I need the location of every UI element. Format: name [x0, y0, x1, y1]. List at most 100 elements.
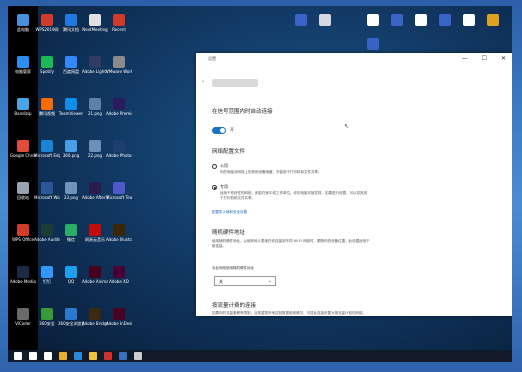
- window-controls[interactable]: — ☐ ✕: [462, 55, 512, 62]
- desktop-icon[interactable]: NextMeeting: [82, 14, 108, 44]
- desktop-icon[interactable]: Adobe XD: [106, 266, 132, 296]
- photo-frame: 此电脑 WPS2019网 腾讯文档 NextMeeting Recent 电脑管家 Spot…: [0, 0, 522, 372]
- desktop-icon-label: 电脑管家: [15, 69, 31, 74]
- desktop-icon[interactable]: 360.png: [58, 140, 84, 170]
- app-icon: [89, 182, 101, 194]
- desktop-icon[interactable]: 微信: [58, 224, 84, 254]
- desktop-icon[interactable]: Adobe Animate: [82, 266, 108, 296]
- recorder-icon[interactable]: [104, 352, 112, 360]
- settings-icon[interactable]: [134, 352, 142, 360]
- app-icon: [391, 14, 403, 26]
- title-bar[interactable]: 设置 — ☐ ✕: [196, 53, 512, 67]
- auto-connect-toggle[interactable]: [212, 127, 226, 134]
- desktop-icon-label: Adobe Media Encoder: [10, 279, 36, 284]
- desktop-icon[interactable]: Adobe After Effects: [82, 182, 108, 212]
- app-icon: [41, 56, 53, 68]
- desktop-icon[interactable]: WPS2019网: [34, 14, 60, 44]
- desktop-icon-label: 网易云音乐: [85, 237, 105, 242]
- app-icon: [65, 14, 77, 26]
- desktop-icon[interactable]: Google Chrome: [10, 140, 36, 170]
- desktop-icon[interactable]: [480, 14, 506, 44]
- desktop-icon[interactable]: Adobe Illustrator: [106, 224, 132, 254]
- desktop-icon[interactable]: [288, 14, 314, 44]
- public-radio[interactable]: [212, 164, 217, 169]
- desktop-icon-label: Adobe Premiere: [106, 111, 132, 116]
- desktop-icon[interactable]: Adobe Photoshop: [106, 140, 132, 170]
- back-icon[interactable]: ‹: [202, 79, 204, 85]
- task-view-icon[interactable]: [44, 352, 52, 360]
- network-name-blurred: [212, 79, 258, 87]
- desktop-icon[interactable]: 腾讯文档: [58, 14, 84, 44]
- app-icon: [113, 224, 125, 236]
- app-icon: [113, 182, 125, 194]
- desktop-icon[interactable]: VMware Workstation: [106, 56, 132, 86]
- desktop-icon[interactable]: 22.png: [82, 140, 108, 170]
- desktop-icon[interactable]: [456, 14, 482, 44]
- start-icon[interactable]: [14, 352, 22, 360]
- desktop-icon-label: Microsoft Edge: [34, 153, 60, 158]
- chrome-icon[interactable]: [59, 352, 67, 360]
- desktop-icon[interactable]: Microsoft Edge: [34, 140, 60, 170]
- desktop-icon[interactable]: ViCoder: [10, 308, 36, 338]
- desktop-icon[interactable]: Adobe Bridge: [82, 308, 108, 338]
- private-option-desc: 适用于你信任的网络，例如在家中或工作单位。你的电脑可被发现，如果进行设置，可以将…: [220, 191, 367, 200]
- app-icon: [17, 140, 29, 152]
- explorer-icon[interactable]: [89, 352, 97, 360]
- desktop-icon[interactable]: Adobe Media Encoder: [10, 266, 36, 296]
- desktop-icon-label: Adobe Audition: [34, 237, 60, 242]
- public-option-desc: 你的电脑对网络上的其他设备隐藏，不能用于打印机和文件共享。: [220, 170, 322, 174]
- private-radio[interactable]: [212, 185, 217, 190]
- desktop-icon[interactable]: 360安全: [34, 308, 60, 338]
- app-icon: [367, 38, 379, 50]
- app-icon: [113, 98, 125, 110]
- desktop-icon-label: 百度网盘: [63, 69, 79, 74]
- network-profile-heading: 网络配置文件: [212, 149, 246, 155]
- edge-icon[interactable]: [74, 352, 82, 360]
- desktop-icon[interactable]: [312, 14, 338, 44]
- firewall-link[interactable]: 配置防火墙和安全设置: [212, 210, 247, 215]
- desktop-icon-label: 腾讯文档: [63, 27, 79, 32]
- desktop-icon-label: Adobe After Effects: [82, 195, 108, 200]
- public-option-label: 公用: [220, 163, 228, 168]
- app-icon: [487, 14, 499, 26]
- desktop-icon[interactable]: Recent: [106, 14, 132, 44]
- desktop-icon[interactable]: Spotify: [34, 56, 60, 86]
- app-icon: [319, 14, 331, 26]
- desktop-icon[interactable]: Microsoft Word: [34, 182, 60, 212]
- desktop-icon[interactable]: [384, 14, 410, 44]
- desktop-icon[interactable]: 回收站: [10, 182, 36, 212]
- desktop-icon[interactable]: 21.png: [82, 98, 108, 128]
- random-mac-select[interactable]: 关 ⌄: [214, 276, 276, 286]
- desktop-icon[interactable]: Microsoft Teams: [106, 182, 132, 212]
- app-icon: [17, 308, 29, 320]
- desktop-icon[interactable]: Adobe Audition: [34, 224, 60, 254]
- desktop-icon[interactable]: 此电脑: [10, 14, 36, 44]
- auto-connect-heading: 在信号范围内时自动连接: [212, 109, 273, 115]
- desktop-icon[interactable]: 腾讯视频: [34, 98, 60, 128]
- desktop-icon[interactable]: Adobe Premiere: [106, 98, 132, 128]
- desktop-icon[interactable]: TeamViewer: [58, 98, 84, 128]
- app-icon: [17, 14, 29, 26]
- desktop-icon[interactable]: 电脑管家: [10, 56, 36, 86]
- desktop-icon[interactable]: [408, 14, 434, 44]
- app-icon: [113, 140, 125, 152]
- desktop-icon[interactable]: Adobe InDesign: [106, 308, 132, 338]
- search-icon[interactable]: [29, 352, 37, 360]
- desktop-icon[interactable]: 23.png: [58, 182, 84, 212]
- metered-desc: 如果你的流量套餐有限制，且希望更好地控制数据使用情况，可将此连接设置为按流量计费…: [212, 311, 366, 315]
- desktop-icon[interactable]: [432, 14, 458, 44]
- desktop-icon-label: Spotify: [40, 69, 54, 74]
- desktop-icon[interactable]: Adobe Lightroom: [82, 56, 108, 86]
- app-icon[interactable]: [119, 352, 127, 360]
- desktop-icon[interactable]: 钉钉: [34, 266, 60, 296]
- desktop-icon-label: 钉钉: [43, 279, 51, 284]
- desktop-icon-label: 微信: [67, 237, 75, 242]
- desktop-icon[interactable]: WPS Office: [10, 224, 36, 254]
- desktop-icon[interactable]: Bandizip: [10, 98, 36, 128]
- desktop-icon[interactable]: QQ: [58, 266, 84, 296]
- app-icon: [89, 140, 101, 152]
- desktop-icon[interactable]: 网易云音乐: [82, 224, 108, 254]
- desktop-icon[interactable]: 百度网盘: [58, 56, 84, 86]
- app-icon: [113, 56, 125, 68]
- desktop-icon[interactable]: 360安全浏览器: [58, 308, 84, 338]
